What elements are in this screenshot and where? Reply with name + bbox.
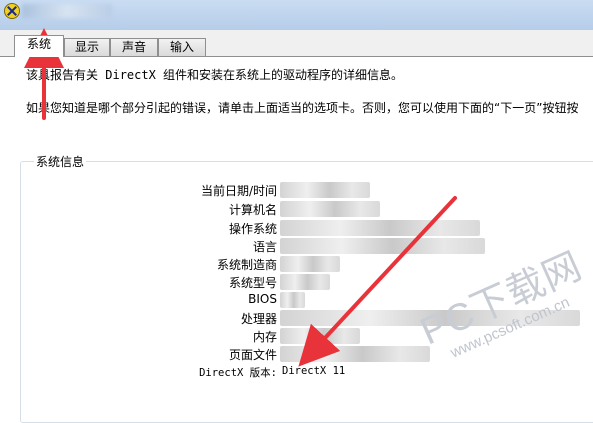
redacted-value: [280, 256, 340, 272]
directx-icon[interactable]: [4, 3, 20, 19]
redacted-value: [280, 346, 430, 362]
tab-sound[interactable]: 声音: [110, 38, 158, 56]
redacted-value: [280, 274, 330, 290]
directx-version-value: DirectX 11: [282, 365, 346, 377]
info-label: 计算机名: [228, 203, 277, 217]
redacted-value: [280, 238, 485, 254]
info-label: 当前日期/时间: [200, 184, 277, 198]
info-label: 页面文件: [228, 348, 277, 362]
tab-system[interactable]: 系统: [14, 35, 64, 57]
redacted-value: [280, 220, 480, 236]
tab-display[interactable]: 显示: [64, 38, 110, 56]
intro-line-1: 该具报告有关 DirectX 组件和安装在系统上的驱动程序的详细信息。: [26, 68, 404, 82]
title-bar: [0, 0, 593, 30]
info-label: 语言: [252, 240, 277, 254]
redacted-value: [280, 292, 305, 308]
info-label: BIOS: [248, 292, 277, 306]
tab-bar: 系统 显示 声音 输入: [0, 30, 593, 57]
info-row-language: 语言: [0, 238, 593, 255]
info-row-computer-name: 计算机名: [0, 201, 593, 218]
info-label: 系统型号: [228, 276, 277, 290]
redacted-value: [280, 328, 360, 344]
tab-input[interactable]: 输入: [158, 38, 206, 56]
info-row-datetime: 当前日期/时间: [0, 182, 593, 199]
info-label: DirectX 版本:: [199, 367, 277, 379]
redacted-value: [280, 182, 370, 198]
redacted-value: [280, 201, 380, 217]
system-tab-panel: 该具报告有关 DirectX 组件和安装在系统上的驱动程序的详细信息。 如果您知…: [0, 57, 593, 423]
intro-line-2: 如果您知道是哪个部分引起的错误，请单击上面适当的选项卡。否则，您可以使用下面的“…: [26, 101, 579, 115]
info-row-os: 操作系统: [0, 220, 593, 237]
info-row-pagefile: 页面文件: [0, 346, 593, 363]
system-info-title: 系统信息: [34, 153, 87, 170]
info-label: 处理器: [240, 312, 277, 326]
info-label: 系统制造商: [216, 258, 277, 272]
info-label: 操作系统: [228, 222, 277, 236]
window-title-blurred: [22, 4, 112, 18]
info-label: 内存: [252, 330, 277, 344]
info-row-directx: DirectX 版本: DirectX 11: [0, 365, 593, 382]
